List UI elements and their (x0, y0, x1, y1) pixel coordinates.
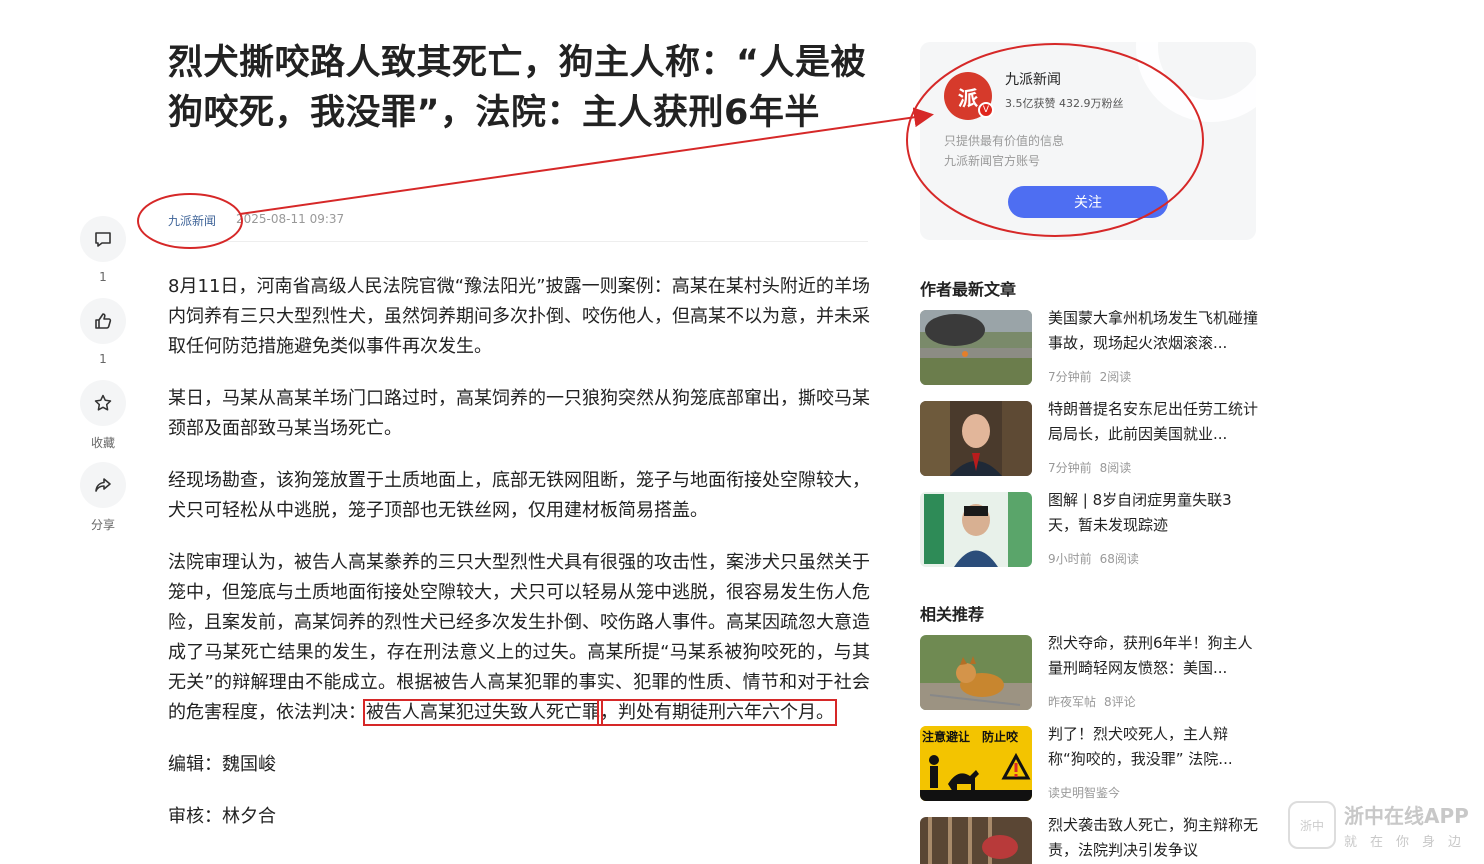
related-item[interactable]: 注意避让 防止咬 判了！烈犬咬死人，主人辩称“狗咬的，我没罪” 法院... 读史… (920, 725, 1260, 802)
author-stats: 3.5亿获赞 432.9万粉丝 (1005, 97, 1124, 110)
collect-button[interactable] (80, 380, 126, 426)
watermark-slogan: 就在你身边 (1344, 835, 1475, 850)
news-title[interactable]: 美国蒙大拿州机场发生飞机碰撞事故，现场起火浓烟滚滚... (1048, 306, 1260, 356)
author-name[interactable]: 九派新闻 (1005, 69, 1061, 89)
paragraph: 8月11日，河南省高级人民法院官微“豫法阳光”披露一则案例：高某在某村头附近的羊… (168, 276, 870, 357)
news-time: 9小时前 (1048, 552, 1092, 566)
news-title[interactable]: 判了！烈犬咬死人，主人辩称“狗咬的，我没罪” 法院... (1048, 722, 1260, 772)
news-time: 7分钟前 (1048, 461, 1092, 475)
latest-item[interactable]: 美国蒙大拿州机场发生飞机碰撞事故，现场起火浓烟滚滚... 7分钟前 2阅读 (920, 309, 1260, 386)
article-title: 烈犬撕咬路人致其死亡，狗主人称：“人是被狗咬死，我没罪”，法院：主人获刑6年半 (168, 43, 867, 133)
editor-line: 编辑：魏国峻 (168, 754, 276, 775)
news-title[interactable]: 烈犬夺命，获刑6年半！狗主人量刑畸轻网友愤怒：美国... (1048, 631, 1260, 681)
collect-label: 收藏 (90, 436, 115, 450)
news-source: 昨夜军帖 (1048, 695, 1097, 709)
comment-icon (95, 232, 111, 247)
paragraph: 经现场勘查，该狗笼放置于土质地面上，底部无铁网阻断，笼子与地面衔接处空隙较大，犬… (168, 470, 870, 521)
divider (168, 241, 868, 242)
thumbs-up-icon (95, 313, 112, 329)
news-title[interactable]: 烈犬袭击致人死亡，狗主辩称无责，法院判决引发争议 (1048, 813, 1260, 863)
article-author-link[interactable]: 九派新闻 (168, 212, 216, 229)
news-thumbnail[interactable] (920, 817, 1032, 864)
news-thumbnail[interactable] (920, 401, 1032, 476)
news-thumbnail[interactable] (920, 310, 1032, 385)
watermark-title: 浙中在线APP (1344, 804, 1469, 828)
verdict-text: 法院审理认为，被告人高某豢养的三只大型烈性犬具有很强的攻击性，案涉犬只虽然关于笼… (168, 552, 870, 723)
article-date: 2025-08-11 09:37 (236, 212, 345, 226)
watermark-logo: 浙中 (1288, 801, 1336, 849)
comment-action[interactable]: 1 (78, 216, 128, 284)
latest-item[interactable]: 特朗普提名安东尼出任劳工统计局局长，此前因美国就业... 7分钟前 8阅读 (920, 400, 1260, 477)
related-section-title: 相关推荐 (920, 605, 985, 624)
share-icon (95, 478, 111, 492)
article-body: 8月11日，河南省高级人民法院官微“豫法阳光”披露一则案例：高某在某村头附近的羊… (168, 272, 870, 854)
news-reads: 68阅读 (1099, 552, 1139, 566)
card-decoration (1136, 42, 1256, 122)
news-meta: 7分钟前 2阅读 (1048, 368, 1131, 385)
news-meta: 读史明智鉴今 (1048, 784, 1120, 801)
related-item[interactable]: 烈犬夺命，获刑6年半！狗主人量刑畸轻网友愤怒：美国... 昨夜军帖 8评论 (920, 634, 1260, 711)
latest-section-title: 作者最新文章 (920, 280, 1017, 299)
news-comments: 8评论 (1104, 695, 1136, 709)
share-button[interactable] (80, 462, 126, 508)
verified-icon: V (978, 102, 994, 118)
like-count: 1 (99, 352, 107, 366)
share-label: 分享 (90, 518, 115, 532)
watermark: 浙中 浙中在线APP 就在你身边 (1288, 800, 1474, 850)
article-meta: 九派新闻 2025-08-11 09:37 (168, 212, 344, 229)
news-thumbnail[interactable] (920, 492, 1032, 567)
watermark-logo-text: 浙中 (1299, 818, 1324, 833)
highlighted-charge: 被告人高某犯过失致人死亡罪 (363, 699, 603, 726)
share-action[interactable]: 分享 (78, 462, 128, 533)
author-card: 派 V 九派新闻 3.5亿获赞 432.9万粉丝 只提供最有价值的信息 九派新闻… (920, 42, 1256, 240)
sign-text-left: 注意避让 (922, 730, 971, 744)
comment-count: 1 (99, 270, 107, 284)
news-time: 7分钟前 (1048, 370, 1092, 384)
news-reads: 8阅读 (1099, 461, 1132, 475)
like-button[interactable] (80, 298, 126, 344)
news-meta: 9小时前 68阅读 (1048, 550, 1139, 567)
news-title[interactable]: 特朗普提名安东尼出任劳工统计局局长，此前因美国就业... (1048, 397, 1260, 447)
paragraph: 某日，马某从高某羊场门口路过时，高某饲养的一只狼狗突然从狗笼底部窜出，撕咬马某颈… (168, 388, 870, 439)
news-source: 读史明智鉴今 (1048, 786, 1121, 800)
follow-button[interactable]: 关注 (1008, 186, 1168, 218)
article: 烈犬撕咬路人致其死亡，狗主人称：“人是被狗咬死，我没罪”，法院：主人获刑6年半 … (168, 38, 870, 827)
like-action[interactable]: 1 (78, 298, 128, 366)
news-thumbnail[interactable] (920, 635, 1032, 710)
news-reads: 2阅读 (1099, 370, 1132, 384)
news-meta: 昨夜军帖 8评论 (1048, 693, 1136, 710)
collect-action[interactable]: 收藏 (78, 380, 128, 451)
verdict-paragraph: 法院审理认为，被告人高某豢养的三只大型烈性犬具有很强的攻击性，案涉犬只虽然关于笼… (168, 548, 870, 728)
sign-text-right: 防止咬 (982, 730, 1019, 744)
avatar-logo: 派 (958, 85, 978, 110)
comment-button[interactable] (80, 216, 126, 262)
news-meta: 7分钟前 8阅读 (1048, 459, 1131, 476)
highlighted-sentence: ，判处有期徒刑六年六个月。 (597, 699, 837, 726)
latest-item[interactable]: 图解 | 8岁自闭症男童失联3天，暂未发现踪迹 9小时前 68阅读 (920, 491, 1260, 568)
news-thumbnail[interactable]: 注意避让 防止咬 (920, 726, 1032, 801)
star-icon (94, 394, 112, 411)
news-title[interactable]: 图解 | 8岁自闭症男童失联3天，暂未发现踪迹 (1048, 488, 1260, 538)
author-account-type: 九派新闻官方账号 (944, 154, 1041, 168)
related-item[interactable]: 烈犬袭击致人死亡，狗主辩称无责，法院判决引发争议 (920, 816, 1260, 864)
author-description: 只提供最有价值的信息 (944, 134, 1065, 148)
reviewer-line: 审核：林夕合 (168, 806, 276, 827)
